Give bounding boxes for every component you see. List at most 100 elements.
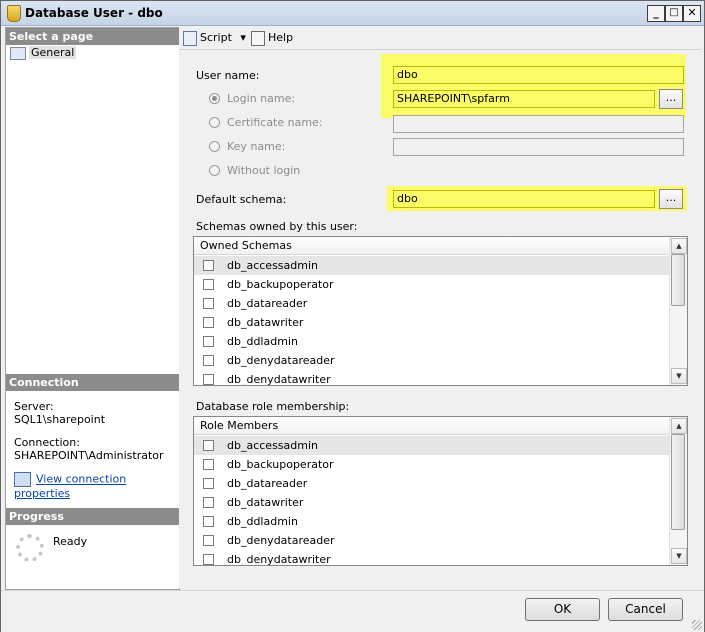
checkbox[interactable]	[203, 497, 214, 508]
scroll-thumb[interactable]	[671, 254, 685, 306]
ok-button[interactable]: OK	[525, 598, 600, 621]
list-item[interactable]: db_accessadmin	[194, 256, 670, 275]
select-page-header: Select a page	[6, 28, 179, 45]
general-page-icon	[10, 46, 26, 60]
help-label: Help	[268, 31, 294, 44]
checkbox[interactable]	[203, 535, 214, 546]
script-label: Script	[200, 31, 232, 44]
role-members-list[interactable]: Role Members db_accessadmin db_backupope…	[193, 416, 688, 566]
owned-schemas-scrollbar[interactable]: ▲ ▼	[669, 237, 687, 385]
list-item[interactable]: db_datawriter	[194, 493, 670, 512]
certificate-name-input[interactable]	[393, 115, 684, 133]
list-item-label: db_ddladmin	[227, 515, 298, 528]
view-connection-properties[interactable]: View connection properties	[14, 472, 179, 500]
list-item[interactable]: db_datareader	[194, 294, 670, 313]
checkbox[interactable]	[203, 459, 214, 470]
checkbox[interactable]	[203, 260, 214, 271]
checkbox[interactable]	[203, 478, 214, 489]
list-item-label: db_denydatawriter	[227, 373, 331, 386]
main-pane: Script ▾ Help User name: dbo Login name:…	[179, 27, 701, 588]
key-name-label: Key name:	[227, 140, 286, 153]
scroll-up-icon[interactable]: ▲	[671, 418, 687, 434]
highlight-user-login	[381, 54, 686, 118]
list-item[interactable]: db_ddladmin	[194, 512, 670, 531]
list-item-label: db_datareader	[227, 297, 308, 310]
default-schema-label: Default schema:	[196, 193, 287, 206]
script-icon	[183, 30, 197, 46]
page-item-general[interactable]: General	[10, 45, 77, 61]
user-name-label: User name:	[196, 69, 260, 82]
key-name-radio[interactable]	[209, 141, 220, 152]
login-name-input[interactable]: SHAREPOINT\spfarm	[393, 90, 655, 108]
help-icon	[251, 30, 265, 46]
list-item[interactable]: db_denydatareader	[194, 531, 670, 550]
login-name-browse-button[interactable]: ...	[659, 89, 683, 109]
list-item[interactable]: db_ddladmin	[194, 332, 670, 351]
checkbox[interactable]	[203, 336, 214, 347]
list-item-label: db_ddladmin	[227, 335, 298, 348]
without-login-radio[interactable]	[209, 165, 220, 176]
chevron-down-icon[interactable]: ▾	[240, 31, 246, 44]
scroll-down-icon[interactable]: ▼	[671, 368, 687, 384]
list-item[interactable]: db_accessadmin	[194, 436, 670, 455]
progress-header: Progress	[6, 508, 179, 525]
login-name-label: Login name:	[227, 92, 296, 105]
login-name-radio[interactable]	[209, 93, 220, 104]
role-membership-label: Database role membership:	[196, 400, 350, 413]
list-item[interactable]: db_backupoperator	[194, 275, 670, 294]
list-item-label: db_datareader	[227, 477, 308, 490]
checkbox[interactable]	[203, 355, 214, 366]
list-item[interactable]: db_backupoperator	[194, 455, 670, 474]
button-bar: OK Cancel	[1, 590, 704, 632]
schemas-owned-label: Schemas owned by this user:	[196, 220, 358, 233]
checkbox[interactable]	[203, 298, 214, 309]
default-schema-browse-button[interactable]: ...	[659, 189, 683, 209]
dialog-window: Database User - dbo _ □ ✕ Select a page …	[0, 0, 705, 632]
owned-schemas-list[interactable]: Owned Schemas db_accessadmin db_backupop…	[193, 236, 688, 386]
list-item[interactable]: db_denydatareader	[194, 351, 670, 370]
list-item[interactable]: db_denydatawriter	[194, 550, 670, 565]
role-members-scrollbar[interactable]: ▲ ▼	[669, 417, 687, 565]
progress-spinner-icon	[16, 534, 44, 562]
list-item-label: db_denydatareader	[227, 354, 335, 367]
connection-header: Connection	[6, 374, 179, 391]
certificate-name-radio[interactable]	[209, 117, 220, 128]
key-name-input[interactable]	[393, 138, 684, 156]
script-button[interactable]: Script ▾	[183, 30, 246, 46]
user-name-input[interactable]: dbo	[393, 66, 684, 84]
resize-grip[interactable]	[692, 620, 702, 630]
owned-schemas-header[interactable]: Owned Schemas	[194, 237, 670, 255]
title-bar[interactable]: Database User - dbo _ □ ✕	[1, 1, 704, 26]
help-button[interactable]: Help	[251, 30, 293, 46]
list-item-label: db_accessadmin	[227, 259, 318, 272]
scroll-thumb[interactable]	[671, 434, 685, 530]
scroll-up-icon[interactable]: ▲	[671, 238, 687, 254]
page-item-label: General	[29, 46, 77, 59]
list-item[interactable]: db_datareader	[194, 474, 670, 493]
maximize-button[interactable]: □	[665, 5, 683, 22]
list-item-label: db_denydatareader	[227, 534, 335, 547]
checkbox[interactable]	[203, 317, 214, 328]
toolbar: Script ▾ Help	[179, 27, 701, 50]
progress-status: Ready	[53, 535, 88, 548]
list-item[interactable]: db_datawriter	[194, 313, 670, 332]
checkbox[interactable]	[203, 374, 214, 385]
list-item-label: db_accessadmin	[227, 439, 318, 452]
checkbox[interactable]	[203, 440, 214, 451]
scroll-down-icon[interactable]: ▼	[671, 548, 687, 564]
default-schema-input[interactable]: dbo	[393, 190, 655, 208]
role-members-header[interactable]: Role Members	[194, 417, 670, 435]
certificate-name-label: Certificate name:	[227, 116, 323, 129]
checkbox[interactable]	[203, 279, 214, 290]
close-button[interactable]: ✕	[683, 5, 701, 22]
window-title: Database User - dbo	[25, 6, 163, 20]
checkbox[interactable]	[203, 554, 214, 565]
database-user-icon	[7, 5, 21, 22]
minimize-button[interactable]: _	[647, 5, 665, 22]
connection-label: Connection:	[14, 436, 80, 449]
list-item[interactable]: db_denydatawriter	[194, 370, 670, 386]
cancel-button[interactable]: Cancel	[608, 598, 683, 621]
checkbox[interactable]	[203, 516, 214, 527]
list-item-label: db_backupoperator	[227, 278, 334, 291]
left-pane: Select a page General Connection Server:…	[5, 27, 180, 590]
